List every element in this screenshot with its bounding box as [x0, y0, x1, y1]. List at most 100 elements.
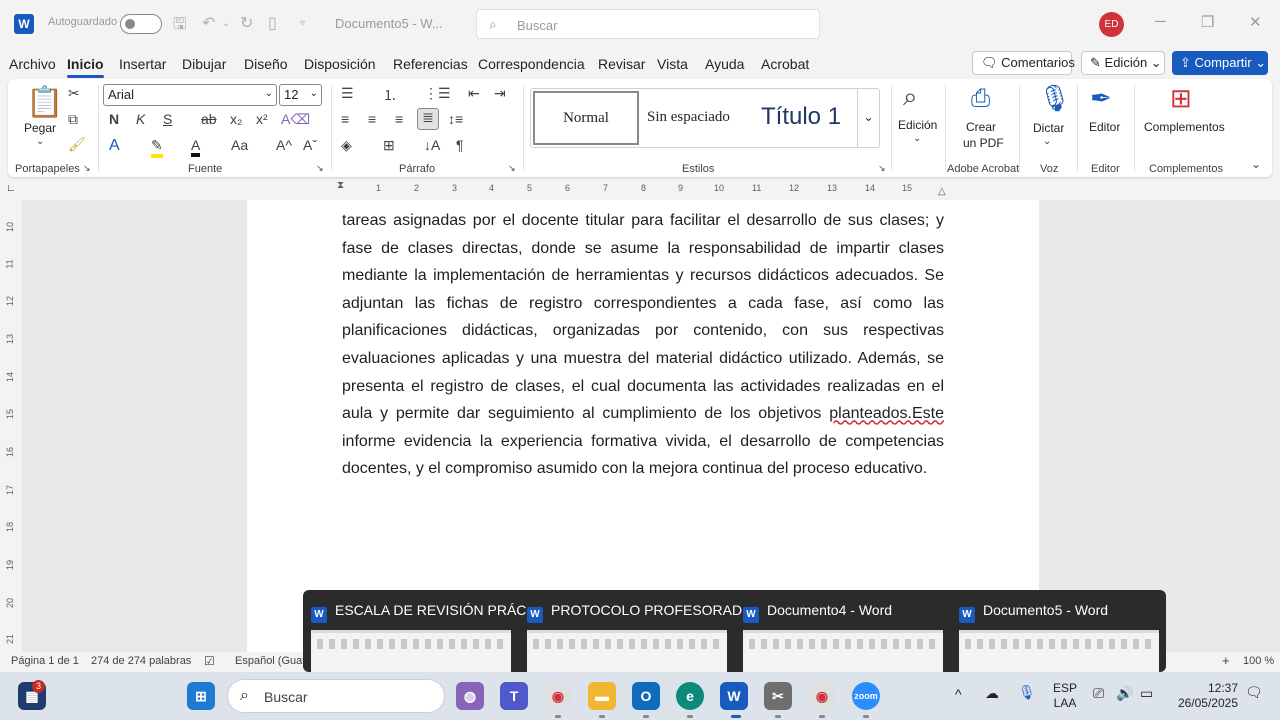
shrink-font-icon[interactable]: Aˇ — [303, 137, 317, 153]
collapse-ribbon-icon[interactable]: ⌄ — [1251, 157, 1261, 171]
zoom-in-icon[interactable]: + — [1222, 653, 1230, 668]
edge-icon[interactable]: e — [676, 682, 704, 710]
battery-icon[interactable]: ▭ — [1140, 685, 1153, 702]
save-icon[interactable]: 🖫 — [173, 13, 187, 40]
left-indent-marker-icon[interactable]: ⧗ — [337, 180, 344, 191]
align-right-icon[interactable]: ≡ — [395, 111, 403, 127]
subscript-icon[interactable]: x₂ — [230, 111, 242, 127]
preview-thumbnail[interactable] — [743, 630, 943, 672]
editor-icon[interactable]: ✒ — [1090, 83, 1112, 114]
teams-icon[interactable]: T — [500, 682, 528, 710]
autosave-toggle[interactable] — [120, 14, 162, 34]
zoom-app-icon[interactable]: zoom — [852, 682, 880, 710]
font-launcher-icon[interactable]: ↘ — [316, 163, 324, 174]
edicion-label[interactable]: Edición — [898, 118, 937, 132]
dictate-label[interactable]: Dictar — [1033, 121, 1064, 135]
clock[interactable]: 12:37 26/05/2025 — [1170, 681, 1238, 711]
language-label[interactable]: Español (Guate — [235, 655, 311, 667]
page-count[interactable]: Página 1 de 1 — [11, 655, 79, 667]
sort-icon[interactable]: ↓A — [424, 137, 440, 153]
borders-icon[interactable]: ⊞ — [383, 137, 395, 154]
comments-button[interactable]: 🗨 Comentarios — [972, 51, 1075, 75]
show-hidden-icons-icon[interactable]: ^ — [955, 686, 962, 702]
decrease-indent-icon[interactable]: ⇤ — [468, 85, 480, 102]
paste-icon[interactable]: 📋 — [26, 85, 63, 120]
undo-dropdown-icon[interactable]: ⌄ — [222, 18, 230, 29]
tab-ayuda[interactable]: Ayuda — [705, 56, 744, 72]
change-case-icon[interactable]: Aa — [231, 137, 248, 153]
tab-disposicion[interactable]: Disposición — [304, 56, 376, 72]
right-indent-marker-icon[interactable]: △ — [938, 186, 946, 197]
justify-icon[interactable]: ≣ — [417, 108, 439, 130]
tab-diseno[interactable]: Diseño — [244, 56, 288, 72]
font-name-select[interactable]: Arial ⌄ — [103, 84, 277, 106]
share-button[interactable]: ⇪ Compartir ⌄ — [1172, 51, 1268, 75]
clipboard-launcher-icon[interactable]: ↘ — [83, 163, 91, 174]
preview-thumbnail[interactable] — [527, 630, 727, 672]
create-pdf-label-1[interactable]: Crear — [966, 120, 996, 134]
close-icon[interactable]: ✕ — [1249, 13, 1262, 31]
line-spacing-icon[interactable]: ↕≡ — [448, 111, 463, 127]
chevron-down-icon[interactable]: ⌄ — [913, 133, 921, 144]
styles-more-icon[interactable]: ⌄ — [857, 89, 879, 147]
document-paragraph[interactable]: tareas asignadas por el docente titular … — [342, 207, 944, 483]
microphone-tray-icon[interactable]: 🎙 — [1018, 684, 1036, 701]
preview-thumbnail[interactable] — [959, 630, 1159, 672]
horizontal-ruler[interactable]: ∟ 1 2 3 4 5 6 7 8 9 10 11 12 13 14 15 ⧗ … — [0, 180, 1280, 200]
show-formatting-icon[interactable]: ¶ — [456, 137, 464, 153]
chevron-down-icon[interactable]: ⌄ — [1043, 136, 1051, 147]
word-count[interactable]: 274 de 274 palabras — [91, 655, 191, 667]
network-icon[interactable]: ⎚ — [1093, 685, 1104, 702]
addins-label[interactable]: Complementos — [1144, 120, 1225, 134]
create-pdf-label-2[interactable]: un PDF — [963, 136, 1004, 150]
input-language[interactable]: ESP LAA — [1052, 681, 1078, 711]
strikethrough-icon[interactable]: ab — [201, 111, 217, 127]
tab-correspondencia[interactable]: Correspondencia — [478, 56, 585, 72]
align-center-icon[interactable]: ≡ — [368, 111, 376, 127]
file-explorer-icon[interactable]: ▬ — [588, 682, 616, 710]
find-icon[interactable]: ⌕ — [903, 81, 918, 113]
style-normal[interactable]: Normal — [533, 91, 639, 145]
italic-icon[interactable]: K — [136, 111, 145, 127]
copy-icon[interactable]: ⧉ — [68, 111, 78, 128]
grow-font-icon[interactable]: A^ — [276, 137, 292, 153]
editor-label[interactable]: Editor — [1089, 120, 1120, 134]
proofing-icon[interactable]: ☑ — [204, 654, 215, 668]
volume-icon[interactable]: 🔊 — [1116, 685, 1133, 702]
paragraph-launcher-icon[interactable]: ↘ — [508, 163, 516, 174]
style-no-spacing[interactable]: Sin espaciado — [647, 109, 730, 126]
bold-icon[interactable]: N — [109, 111, 119, 127]
title-search-box[interactable]: ⌕ Buscar — [476, 9, 820, 39]
align-left-icon[interactable]: ≡ — [341, 111, 349, 127]
minimize-icon[interactable]: ─ — [1155, 13, 1166, 30]
undo-icon[interactable]: ↶ — [202, 13, 215, 33]
paste-dropdown-icon[interactable]: ⌄ — [36, 136, 44, 147]
tab-dibujar[interactable]: Dibujar — [182, 56, 226, 72]
preview-window-title[interactable]: W ESCALA DE REVISIÓN PRÁC... — [311, 602, 538, 623]
tab-archivo[interactable]: Archivo — [9, 56, 56, 72]
tab-insertar[interactable]: Insertar — [119, 56, 166, 72]
increase-indent-icon[interactable]: ⇥ — [494, 85, 506, 102]
new-document-icon[interactable]: ▯ — [268, 13, 277, 33]
tab-inicio[interactable]: Inicio — [67, 56, 104, 78]
chrome-icon[interactable]: ◉ — [544, 682, 572, 710]
preview-thumbnail[interactable] — [311, 630, 511, 672]
tab-revisar[interactable]: Revisar — [598, 56, 645, 72]
tab-selector-icon[interactable]: ∟ — [6, 183, 16, 194]
font-color-icon[interactable]: A — [191, 137, 201, 157]
outlook-icon[interactable]: O — [632, 682, 660, 710]
misspelled-word[interactable]: planteados.Este — [829, 405, 944, 422]
microphone-icon[interactable]: 🎙 — [1038, 83, 1071, 114]
clear-formatting-icon[interactable]: A⌫ — [281, 111, 310, 128]
taskbar-search[interactable]: ⌕ Buscar — [227, 679, 445, 713]
highlight-icon[interactable]: ✎ — [151, 137, 163, 158]
addins-icon[interactable]: ⊞ — [1170, 83, 1192, 114]
underline-icon[interactable]: S — [163, 111, 172, 127]
shading-icon[interactable]: ◈ — [341, 137, 352, 154]
chrome-profile-icon[interactable]: ◉ — [808, 682, 836, 710]
restore-icon[interactable]: ❐ — [1201, 13, 1214, 31]
superscript-icon[interactable]: x² — [256, 111, 268, 127]
format-painter-icon[interactable]: 🖌 — [68, 136, 86, 153]
tab-acrobat[interactable]: Acrobat — [761, 56, 809, 72]
onedrive-icon[interactable]: ☁ — [985, 685, 999, 702]
